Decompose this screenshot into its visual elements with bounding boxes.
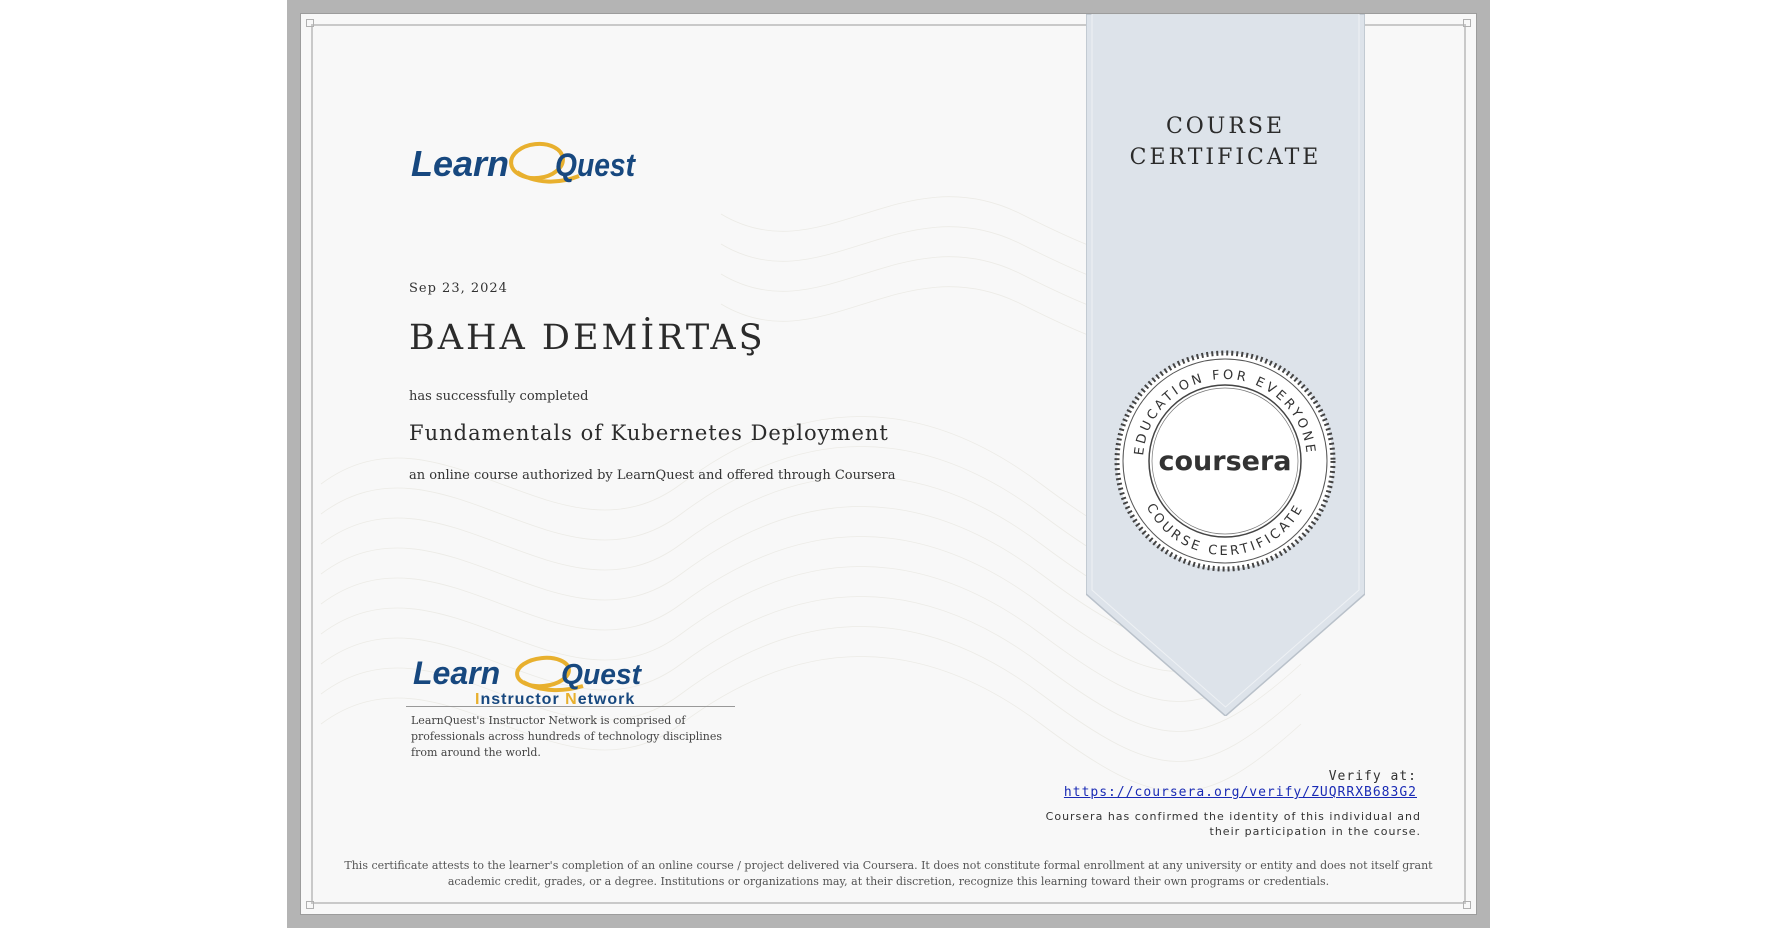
recipient-name: BAHA DEMİRTAŞ (409, 318, 766, 358)
seal-brand: coursera (1158, 446, 1291, 477)
corner-ornament-br (1460, 898, 1474, 912)
ribbon-title-line2: CERTIFICATE (1129, 145, 1322, 170)
authorized-text: an online course authorized by LearnQues… (409, 468, 896, 483)
identity-confirmed-text: Coursera has confirmed the identity of t… (1045, 810, 1421, 838)
signature-divider (406, 706, 735, 707)
learnquest-logo-icon: Learn Quest (411, 141, 636, 184)
sig-logo-subtitle-etwork: etwork (578, 691, 636, 706)
corner-ornament-tl (303, 16, 317, 30)
sig-logo-subtitle-nstructor: nstructor (480, 691, 565, 706)
signature-description: LearnQuest's Instructor Network is compr… (411, 714, 723, 759)
corner-ornament-tr (1460, 16, 1474, 30)
course-title: Fundamentals of Kubernetes Deployment (409, 421, 889, 445)
certificate-disclaimer: This certificate attests to the learner'… (344, 859, 1433, 888)
certificate-date: Sep 23, 2024 (409, 281, 508, 296)
learnquest-instructor-network-logo: Learn Quest Instructor Network (411, 650, 685, 710)
sig-logo-learn-text: Learn (413, 655, 500, 691)
logo-learn-text: Learn (411, 143, 509, 184)
verify-label: Verify at: (1328, 769, 1417, 784)
instructor-network-logo-icon: Learn Quest Instructor Network (413, 655, 642, 708)
ribbon-title-line1: COURSE (1165, 114, 1286, 139)
ribbon-title: COURSE CERTIFICATE (1086, 111, 1365, 173)
verify-block: Verify at: https://coursera.org/verify/Z… (1064, 769, 1417, 801)
coursera-seal-icon: EDUCATION FOR EVERYONE COURSE CERTIFICAT… (1114, 350, 1336, 572)
corner-ornament-bl (303, 898, 317, 912)
logo-quest-text: Quest (555, 147, 636, 183)
verify-link[interactable]: https://coursera.org/verify/ZUQRRXB683G2 (1064, 785, 1417, 800)
learnquest-logo: Learn Quest (409, 132, 641, 200)
sig-logo-subtitle-n: N (565, 691, 578, 706)
certificate-inner: COURSE CERTIFICATE EDUCATION FOR EVERYON… (300, 13, 1477, 915)
certificate-frame: COURSE CERTIFICATE EDUCATION FOR EVERYON… (287, 0, 1490, 928)
sig-logo-subtitle: Instructor Network (475, 691, 635, 706)
completed-text: has successfully completed (409, 389, 589, 404)
sig-logo-quest-text: Quest (561, 659, 642, 691)
